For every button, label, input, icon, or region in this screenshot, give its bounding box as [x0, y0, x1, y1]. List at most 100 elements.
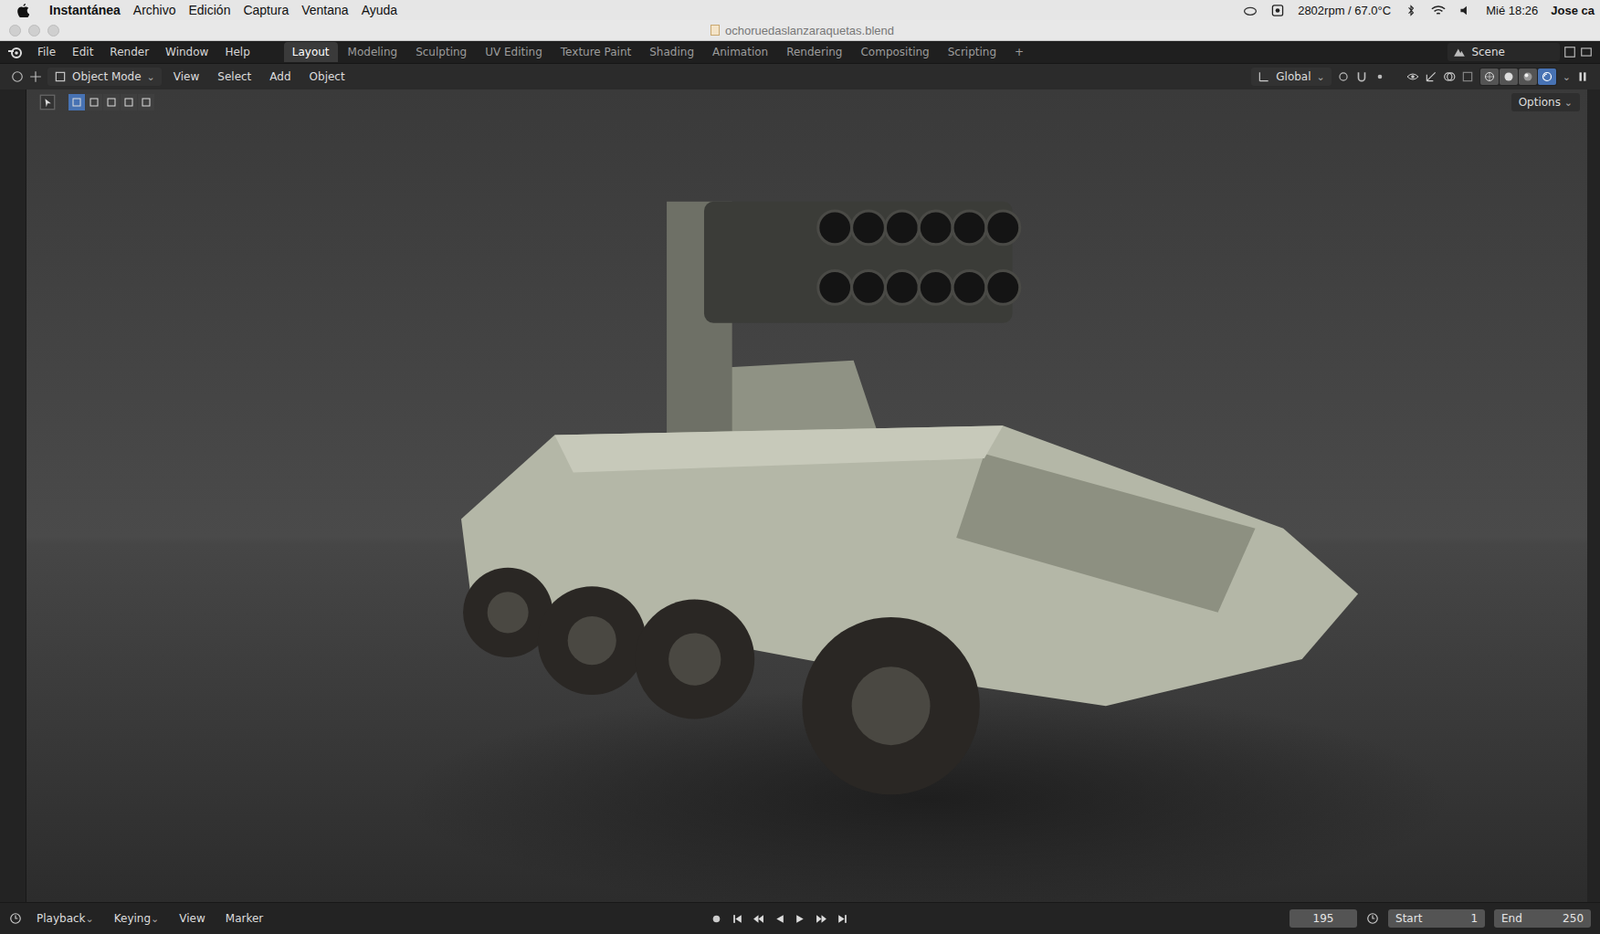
sphere-icon — [1484, 71, 1495, 83]
timeline-menu-item[interactable]: Marker — [220, 910, 269, 927]
clock-editor-icon[interactable] — [9, 912, 22, 926]
workspace-tab[interactable]: Sculpting — [407, 42, 475, 63]
play-reverse-icon[interactable] — [773, 913, 786, 926]
viewport-menu-item[interactable]: Object — [303, 67, 352, 86]
sphere-icon — [1541, 71, 1553, 83]
play-icon[interactable] — [794, 913, 807, 926]
document-icon — [710, 24, 720, 36]
blender-menu-item[interactable]: Window — [158, 42, 215, 62]
options-dropdown[interactable]: Options ⌄ — [1511, 93, 1580, 112]
menubar-item[interactable]: Ayuda — [361, 2, 398, 18]
xray-icon[interactable] — [1461, 70, 1474, 84]
timeline-header: Playback⌄ Keying⌄ View Marker 195 Start1 En… — [0, 902, 1600, 934]
sidebar-strip[interactable] — [1587, 89, 1600, 903]
bluetooth-icon[interactable] — [1403, 4, 1419, 17]
viewport-menu-item[interactable]: View — [167, 67, 206, 86]
screen: Instantánea Archivo Edición Captura Ventana… — [0, 0, 1600, 934]
selection-mode-button[interactable] — [68, 94, 85, 111]
sphere-icon — [1503, 71, 1515, 83]
workspace-tab[interactable]: UV Editing — [476, 42, 551, 63]
jump-start-icon[interactable] — [731, 913, 744, 926]
viewport-area: Options ⌄ — [0, 89, 1600, 903]
blender-logo-icon[interactable] — [7, 45, 22, 59]
shading-options[interactable]: ⌄ — [1562, 71, 1571, 84]
workspace-tab[interactable]: Compositing — [852, 42, 937, 63]
preview-range-icon[interactable] — [1366, 912, 1379, 926]
zoom-button[interactable] — [47, 24, 60, 37]
clock[interactable]: Mié 18:26 — [1485, 3, 1538, 18]
app-menu[interactable]: Instantánea — [49, 2, 121, 18]
editor-type-icon[interactable] — [10, 70, 24, 84]
window-titlebar: ochoruedaslanzaraquetas.blend — [0, 20, 1600, 42]
view-layer-icon[interactable] — [1579, 45, 1593, 59]
snap-icon[interactable] — [1355, 70, 1369, 84]
record-icon[interactable] — [710, 913, 723, 926]
shading-mode-button[interactable] — [1499, 68, 1518, 85]
workspace-tab[interactable]: Layout — [284, 42, 338, 63]
selection-mode-button[interactable] — [137, 94, 155, 111]
viewport-menu-item[interactable]: Select — [210, 67, 258, 86]
new-scene-icon[interactable] — [1563, 45, 1577, 59]
select-box-icon — [88, 96, 100, 108]
menubar-item[interactable]: Archivo — [133, 2, 177, 18]
visibility-icon[interactable] — [1406, 70, 1420, 84]
wifi-icon[interactable] — [1431, 4, 1446, 17]
shading-mode-button[interactable] — [1518, 68, 1537, 85]
select-tool-icon[interactable] — [39, 94, 56, 111]
tool-settings-row: Options ⌄ — [26, 89, 1588, 116]
selection-mode-button[interactable] — [120, 94, 137, 111]
blender-menu-item[interactable]: Edit — [65, 42, 100, 62]
mode-dropdown[interactable]: Object Mode⌄ — [47, 67, 162, 86]
viewport-menu-item[interactable]: Add — [263, 67, 297, 86]
blender-menu-item[interactable]: Help — [218, 42, 256, 62]
shading-mode-button[interactable] — [1480, 68, 1499, 85]
gizmo-icon[interactable] — [1424, 70, 1438, 84]
vehicle-render[interactable] — [26, 89, 1588, 903]
next-keyframe-icon[interactable] — [815, 913, 828, 926]
blender-menu-item[interactable]: Render — [103, 42, 156, 62]
selection-mode-button[interactable] — [103, 94, 120, 111]
add-workspace-button[interactable]: + — [1006, 42, 1032, 63]
scene-selector[interactable]: Scene — [1447, 42, 1560, 62]
workspace-tab[interactable]: Scripting — [939, 42, 1005, 63]
toolbar-strip[interactable] — [0, 89, 27, 903]
timeline-menu-item[interactable]: Playback⌄ — [31, 910, 100, 927]
select-box-icon — [71, 96, 83, 108]
blender-menu-item[interactable]: File — [31, 42, 63, 62]
end-frame-field[interactable]: End250 — [1494, 909, 1591, 928]
cloud-icon[interactable] — [1242, 4, 1258, 17]
axis-icon — [1257, 70, 1271, 84]
current-frame-field[interactable]: 195 — [1289, 909, 1358, 928]
workspace-tab[interactable]: Animation — [704, 42, 777, 63]
menubar-item[interactable]: Captura — [242, 2, 289, 18]
pivot-icon[interactable] — [1336, 70, 1350, 84]
fan-icon[interactable] — [1270, 4, 1285, 17]
overlay-icon[interactable] — [1442, 70, 1456, 84]
transform-icon[interactable] — [29, 70, 43, 84]
volume-icon[interactable] — [1458, 4, 1474, 17]
select-box-icon — [140, 96, 152, 108]
user-name[interactable]: Jose ca — [1550, 3, 1595, 18]
workspace-tab[interactable]: Rendering — [778, 42, 851, 63]
jump-end-icon[interactable] — [836, 913, 849, 926]
pause-render-icon[interactable] — [1576, 70, 1590, 84]
close-button[interactable] — [9, 24, 22, 37]
orientation-dropdown[interactable]: Global⌄ — [1251, 67, 1332, 86]
selection-mode-button[interactable] — [85, 94, 103, 111]
workspace-tab[interactable]: Shading — [641, 42, 703, 63]
prev-keyframe-icon[interactable] — [752, 913, 765, 926]
menubar-item[interactable]: Edición — [189, 2, 232, 18]
menubar-item[interactable]: Ventana — [301, 2, 348, 18]
shading-mode-button[interactable] — [1537, 68, 1557, 85]
minimize-button[interactable] — [28, 24, 41, 37]
fan-status[interactable]: 2802rpm / 67.0°C — [1297, 3, 1391, 18]
workspace-tab[interactable]: Modeling — [339, 42, 407, 63]
proportional-edit-icon[interactable] — [1373, 70, 1387, 84]
workspace-tab[interactable]: Texture Paint — [552, 42, 640, 63]
timeline-menu-item[interactable]: View — [173, 910, 211, 927]
start-frame-field[interactable]: Start1 — [1388, 909, 1485, 928]
select-box-icon — [105, 96, 117, 108]
apple-icon[interactable] — [16, 2, 30, 18]
timeline-menu-item[interactable]: Keying⌄ — [108, 910, 166, 927]
3d-viewport[interactable]: Options ⌄ — [26, 89, 1588, 903]
